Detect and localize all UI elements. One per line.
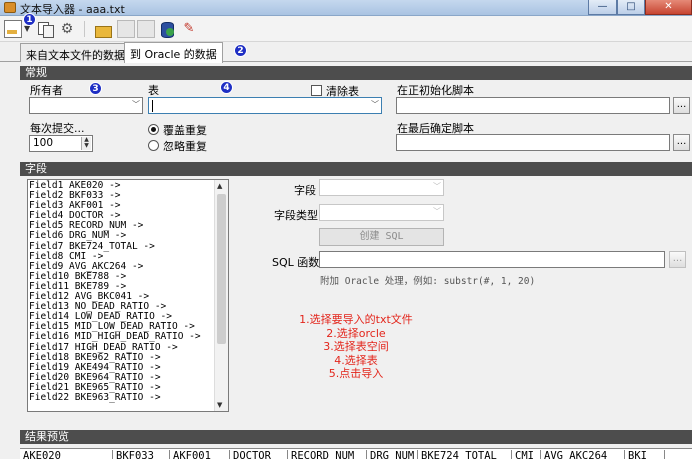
general-section-header: 常规 — [20, 66, 692, 80]
owner-label: 所有者 — [30, 84, 63, 97]
owner-select[interactable]: ﹀ — [29, 97, 143, 114]
sql-function-label: SQL 函数 — [272, 256, 320, 269]
tab-oracle-data[interactable]: 到 Oracle 的数据 — [124, 42, 223, 63]
commit-label: 每次提交... — [30, 122, 85, 135]
overwrite-duplicates-radio[interactable] — [148, 124, 159, 135]
title-bar: 文本导入器 - aaa.txt — □ ✕ — [0, 0, 692, 16]
field-list[interactable]: Field1 AKE020 -> Field2 BKF033 -> Field3 A… — [27, 179, 229, 412]
table-select[interactable]: ﹀ — [148, 97, 382, 114]
wand-icon[interactable]: ✎ — [180, 20, 198, 38]
save-as-icon[interactable] — [137, 20, 155, 38]
note-line: 2.选择orcle — [326, 326, 386, 340]
preview-column-header[interactable]: BKI — [625, 450, 665, 459]
sql-hint: 附加 Oracle 处理，例如: substr(#, 1, 20) — [320, 276, 536, 287]
gear-icon[interactable]: ⚙ — [58, 20, 76, 38]
field-type-select: ﹀ — [319, 204, 444, 221]
stepper-arrows-icon[interactable]: ▲ ▼ — [81, 137, 91, 150]
step-marker-2: 2 — [234, 44, 247, 57]
final-script-input[interactable] — [396, 134, 670, 151]
copy-icon[interactable] — [37, 20, 55, 38]
clear-table-checkbox[interactable] — [311, 85, 322, 96]
commit-stepper[interactable]: 100 ▲ ▼ — [29, 135, 93, 152]
commit-value: 100 — [33, 137, 54, 149]
init-script-label: 在正初始化脚本 — [397, 84, 474, 97]
open-folder-icon[interactable] — [94, 20, 112, 38]
preview-grid[interactable]: AKE020 BKF033 AKF001 DOCTOR RECORD_NUM DRG_NU… — [20, 448, 692, 459]
table-label: 表 — [148, 84, 159, 97]
note-line: 3.选择表空间 — [323, 340, 389, 353]
step-marker-4: 4 — [220, 81, 233, 94]
step-marker-3: 3 — [89, 82, 102, 95]
tab-text-file-data[interactable]: 来自文本文件的数据 — [20, 43, 131, 62]
preview-column-header[interactable]: AKF001 — [170, 450, 230, 459]
overwrite-duplicates-label: 覆盖重复 — [163, 124, 207, 137]
chevron-down-icon: ﹀ — [433, 182, 441, 191]
toolbar: ▼ ⚙ ✎ — [0, 16, 692, 42]
preview-column-header[interactable]: DRG_NUM — [367, 450, 418, 459]
toolbar-divider — [84, 21, 85, 37]
preview-column-header[interactable]: DOCTOR — [230, 450, 288, 459]
init-script-browse-button[interactable]: ... — [673, 97, 690, 114]
sql-function-input[interactable] — [319, 251, 665, 268]
window-title: 文本导入器 - aaa.txt — [20, 3, 125, 16]
preview-column-header[interactable]: BKF033 — [113, 450, 170, 459]
minimize-button[interactable]: — — [588, 0, 617, 15]
list-item[interactable]: Field22 BKE963_RATIO -> — [29, 392, 201, 403]
app-icon — [4, 2, 16, 13]
preview-section-header: 结果预览 — [20, 430, 692, 444]
note-line: 5.点击导入 — [328, 367, 384, 380]
note-line: 4.选择表 — [334, 353, 378, 367]
preview-column-header[interactable]: BKE724_TOTAL — [418, 450, 512, 459]
close-button[interactable]: ✕ — [645, 0, 692, 15]
list-item[interactable]: Field16 MID_HIGH_DEAD_RATIO -> — [29, 332, 201, 342]
maximize-button[interactable]: □ — [617, 0, 645, 15]
preview-column-header[interactable]: AKE020 — [20, 450, 113, 459]
database-import-icon[interactable] — [158, 20, 176, 38]
scrollbar-thumb[interactable] — [217, 194, 226, 344]
new-file-icon[interactable] — [4, 20, 22, 38]
ignore-duplicates-label: 忽略重复 — [163, 140, 207, 153]
preview-column-header[interactable]: CMI — [512, 450, 541, 459]
chevron-down-icon: ﹀ — [132, 100, 140, 109]
preview-column-header[interactable]: RECORD_NUM — [288, 450, 367, 459]
create-sql-button: 创建 SQL — [319, 228, 444, 246]
chevron-down-icon: ﹀ — [433, 207, 441, 216]
scroll-up-icon[interactable]: ▲ — [217, 182, 222, 190]
field-list-scrollbar[interactable]: ▲ ▼ — [214, 180, 228, 411]
tab-bar: 来自文本文件的数据 到 Oracle 的数据 — [0, 42, 692, 63]
final-script-browse-button[interactable]: ... — [673, 134, 690, 151]
chevron-down-icon: ﹀ — [371, 100, 379, 109]
save-icon[interactable] — [117, 20, 135, 38]
field-type-label: 字段类型 — [274, 209, 318, 222]
preview-column-header[interactable]: AVG_AKC264 — [541, 450, 625, 459]
text-cursor — [152, 100, 153, 112]
field-label: 字段 — [294, 184, 316, 197]
fields-section-header: 字段 — [20, 162, 692, 176]
ignore-duplicates-radio[interactable] — [148, 140, 159, 151]
note-line: 1.选择要导入的txt文件 — [299, 313, 413, 326]
field-select: ﹀ — [319, 179, 444, 196]
scroll-down-icon[interactable]: ▼ — [217, 401, 222, 409]
step-marker-1: 1 — [23, 13, 36, 26]
instruction-notes: 1.选择要导入的txt文件 2.选择orcle 3.选择表空间 4.选择表 5.… — [286, 313, 426, 381]
init-script-input[interactable] — [396, 97, 670, 114]
sql-function-browse-button: ... — [669, 251, 686, 268]
